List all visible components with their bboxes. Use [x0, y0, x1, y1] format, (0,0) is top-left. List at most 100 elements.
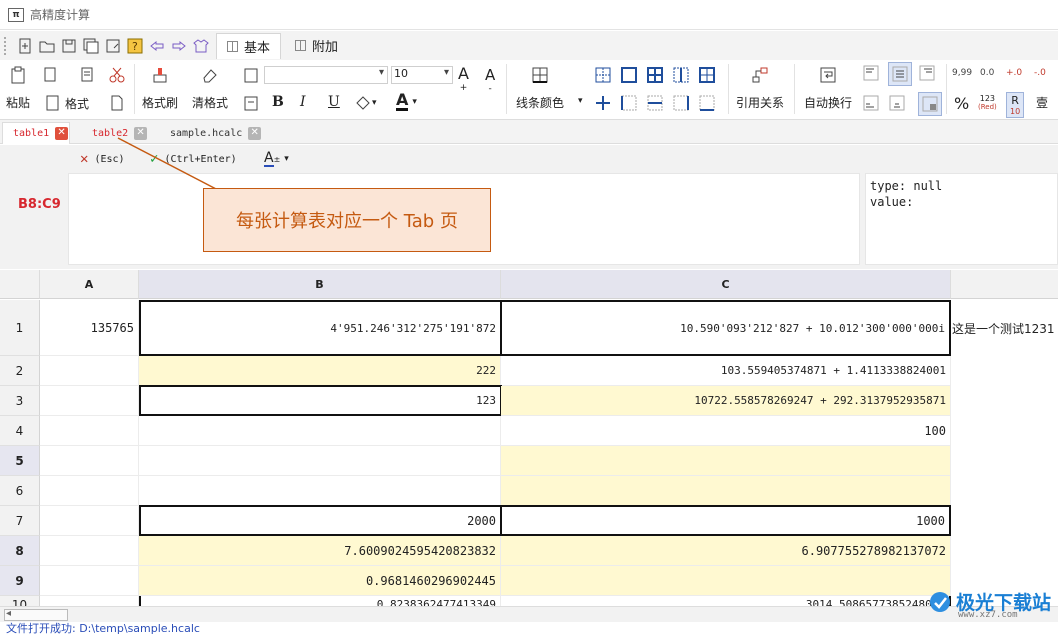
cell-c9[interactable] — [501, 566, 951, 596]
border-grid-icon[interactable] — [698, 66, 716, 84]
format-brush-button[interactable]: 格式刷 — [142, 66, 178, 111]
align-center-icon[interactable] — [888, 62, 912, 86]
row-header[interactable]: 3 — [0, 386, 40, 416]
cell-b1[interactable]: 4'951.246'312'275'191'872 — [139, 300, 502, 356]
row-header[interactable]: 7 — [0, 506, 40, 536]
underline-button[interactable]: U — [328, 94, 340, 110]
row-header[interactable]: 8 — [0, 536, 40, 566]
font-color-button[interactable]: A ▾ — [396, 92, 417, 111]
scrollbar-thumb[interactable] — [4, 609, 68, 621]
fill-color-button[interactable]: ▾ — [354, 94, 377, 112]
thousands-separator-button[interactable]: 9,99 — [952, 68, 972, 78]
cell-b2[interactable]: 222 — [139, 356, 501, 386]
column-header-c[interactable]: C — [501, 270, 951, 299]
doc-tab-sample[interactable]: sample.hcalc ✕ — [160, 122, 270, 144]
cell-a8[interactable] — [40, 536, 139, 566]
cell-a3[interactable] — [40, 386, 139, 416]
reference-relation-button[interactable]: 引用关系 — [736, 66, 784, 111]
row-header[interactable]: 6 — [0, 476, 40, 506]
doc-tab-table2[interactable]: table2 ✕ — [82, 122, 152, 144]
shrink-font-icon[interactable]: A- — [485, 66, 495, 94]
cell-b6[interactable] — [139, 476, 501, 506]
cancel-button[interactable]: ✕ (Esc) — [80, 151, 125, 167]
border-horiz-icon[interactable] — [646, 94, 664, 112]
grow-font-icon[interactable]: A + — [458, 64, 469, 93]
align-bottom-center-icon[interactable] — [888, 94, 906, 112]
cell-a4[interactable] — [40, 416, 139, 446]
cut-icon[interactable] — [108, 66, 126, 84]
font-family-select[interactable]: ▾ — [264, 66, 388, 84]
toolbar-grip[interactable] — [4, 36, 8, 55]
align-top-left-icon[interactable] — [862, 64, 880, 82]
text-style-button[interactable]: A ± ▾ — [264, 151, 289, 167]
redo-arrow-icon[interactable] — [168, 35, 190, 57]
cell-d1[interactable]: 这是一个测试1231 — [952, 300, 1055, 356]
border-bottom-icon[interactable] — [698, 94, 716, 112]
cell-c8[interactable]: 6.907755278982137072 — [501, 536, 951, 566]
format-button[interactable]: 格式 — [44, 94, 89, 112]
border-all-icon[interactable] — [594, 66, 612, 84]
cell-a5[interactable] — [40, 446, 139, 476]
cell-c6[interactable] — [501, 476, 951, 506]
column-header-a[interactable]: A — [40, 270, 139, 299]
border-cross-icon[interactable] — [594, 94, 612, 112]
copy-icon[interactable] — [42, 66, 60, 84]
close-icon[interactable]: ✕ — [248, 126, 262, 140]
chevron-down-icon[interactable]: ▾ — [578, 96, 583, 106]
row-header[interactable]: 4 — [0, 416, 40, 446]
italic-button[interactable]: I — [300, 94, 306, 110]
row-header[interactable]: 9 — [0, 566, 40, 596]
copy-format-icon[interactable] — [78, 66, 96, 84]
save-all-icon[interactable] — [80, 35, 102, 57]
shirt-icon[interactable] — [190, 35, 212, 57]
cell-b5[interactable] — [139, 446, 501, 476]
cell-c3[interactable]: 10722.558578269247 + 292.3137952935871 — [501, 386, 951, 416]
red-negative-button[interactable]: 123 (Red) — [978, 94, 997, 112]
cell-b9[interactable]: 0.9681460296902445 — [139, 566, 501, 596]
cell-b3[interactable]: 123 — [139, 385, 502, 416]
row-header[interactable]: 5 — [0, 446, 40, 476]
tab-basic[interactable]: 基本 — [216, 32, 282, 59]
save-as-icon[interactable] — [102, 35, 124, 57]
decrease-decimal-button[interactable]: -.0 — [1034, 68, 1046, 78]
column-header-b[interactable]: B — [139, 270, 501, 299]
cell-a6[interactable] — [40, 476, 139, 506]
confirm-button[interactable]: ✓ (Ctrl+Enter) — [150, 151, 237, 167]
decimal-format-button[interactable]: 0.0 — [980, 68, 994, 78]
help-icon[interactable]: ? — [124, 35, 146, 57]
scroll-left-icon[interactable]: ◂ — [6, 608, 11, 619]
cell-a2[interactable] — [40, 356, 139, 386]
tab-additional[interactable]: 附加 — [285, 33, 348, 59]
paste-special-icon[interactable] — [242, 66, 260, 84]
font-size-select[interactable]: 10 ▾ — [391, 66, 453, 84]
percent-button[interactable]: % — [954, 94, 969, 113]
paste-format-icon[interactable] — [242, 94, 260, 112]
row-header[interactable]: 1 — [0, 300, 40, 356]
new-file-icon[interactable] — [14, 35, 36, 57]
border-outer-icon[interactable] — [620, 66, 638, 84]
horizontal-scrollbar[interactable]: ◂ — [0, 606, 1058, 622]
increase-decimal-button[interactable]: +.0 — [1006, 68, 1022, 78]
border-vert-icon[interactable] — [620, 94, 638, 112]
paste-button[interactable]: 粘贴 — [6, 66, 30, 111]
border-inner-icon[interactable] — [646, 66, 664, 84]
column-header-d[interactable] — [951, 270, 1058, 299]
border-right-icon[interactable] — [672, 94, 690, 112]
scientific-button[interactable]: R 10 — [1006, 92, 1025, 118]
cell-b8[interactable]: 7.6009024595420823832 — [139, 536, 501, 566]
chinese-number-button[interactable]: 壹 — [1036, 94, 1048, 111]
cell-b7[interactable]: 2000 — [139, 505, 502, 536]
corner-cell[interactable] — [0, 270, 40, 299]
cell-a7[interactable] — [40, 506, 139, 536]
cell-c5[interactable] — [501, 446, 951, 476]
open-folder-icon[interactable] — [36, 35, 58, 57]
row-header[interactable]: 2 — [0, 356, 40, 386]
undo-arrow-icon[interactable] — [146, 35, 168, 57]
doc-tab-table1[interactable]: table1 ✕ — [2, 122, 70, 144]
page-icon[interactable] — [108, 94, 126, 112]
clear-format-button[interactable]: 清格式 — [192, 66, 228, 111]
close-icon[interactable]: ✕ — [55, 127, 69, 140]
align-top-right-icon[interactable] — [918, 64, 936, 82]
auto-wrap-button[interactable]: 自动换行 — [804, 66, 852, 111]
cell-a1[interactable]: 135765 — [40, 300, 139, 356]
